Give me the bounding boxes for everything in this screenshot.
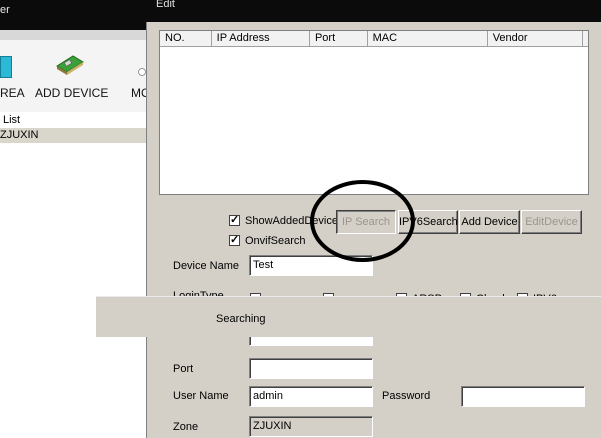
device-tree-header: List bbox=[3, 114, 21, 126]
port-label: Port bbox=[173, 363, 194, 375]
column-header-mac[interactable]: MAC bbox=[367, 31, 488, 47]
edit-dialog-title: Edit bbox=[156, 0, 175, 10]
tree-item-selected[interactable]: ZJUXIN bbox=[0, 128, 148, 143]
device-name-label: Device Name bbox=[173, 260, 240, 272]
password-input[interactable] bbox=[461, 386, 585, 407]
column-header-vendor[interactable]: Vendor bbox=[487, 31, 583, 47]
show-added-device-checkbox[interactable] bbox=[229, 213, 240, 226]
column-header-no[interactable]: NO. bbox=[160, 31, 212, 47]
zone-label: Zone bbox=[173, 421, 199, 433]
ipv6-search-button[interactable]: IPV6Search bbox=[398, 210, 458, 234]
toolbar-area-label[interactable]: REA bbox=[0, 86, 25, 100]
user-name-input[interactable]: admin bbox=[249, 386, 373, 407]
table-header: NO. IP Address Port MAC Vendor bbox=[160, 31, 588, 47]
onvif-search-label: OnvifSearch bbox=[245, 235, 306, 247]
network-card-icon[interactable] bbox=[55, 52, 85, 78]
area-icon[interactable] bbox=[0, 56, 12, 78]
main-window-title: er bbox=[0, 4, 10, 16]
device-tree[interactable] bbox=[0, 112, 148, 438]
more-icon[interactable] bbox=[138, 68, 146, 76]
ip-search-button[interactable]: IP Search bbox=[336, 210, 396, 234]
column-header-filler bbox=[583, 31, 588, 47]
edit-dialog-titlebar[interactable] bbox=[146, 0, 601, 22]
main-window-titlebar bbox=[0, 0, 160, 30]
zone-input[interactable]: ZJUXIN bbox=[249, 416, 373, 437]
column-header-ip-address[interactable]: IP Address bbox=[211, 31, 310, 47]
searching-popup bbox=[96, 296, 601, 337]
user-name-label: User Name bbox=[173, 390, 229, 402]
port-input[interactable] bbox=[249, 358, 373, 379]
search-results-table[interactable]: NO. IP Address Port MAC Vendor bbox=[159, 30, 589, 195]
toolbar-add-device-label[interactable]: ADD DEVICE bbox=[35, 86, 108, 100]
device-name-input[interactable]: Test bbox=[249, 255, 373, 276]
add-device-button[interactable]: Add Device bbox=[459, 210, 520, 234]
onvif-search-checkbox[interactable] bbox=[229, 233, 240, 246]
searching-status-text: Searching bbox=[216, 313, 266, 325]
password-label: Password bbox=[382, 390, 431, 402]
column-header-port[interactable]: Port bbox=[309, 31, 368, 47]
show-added-device-label: ShowAddedDevice bbox=[245, 215, 338, 227]
edit-device-button[interactable]: EditDevice bbox=[521, 210, 582, 234]
